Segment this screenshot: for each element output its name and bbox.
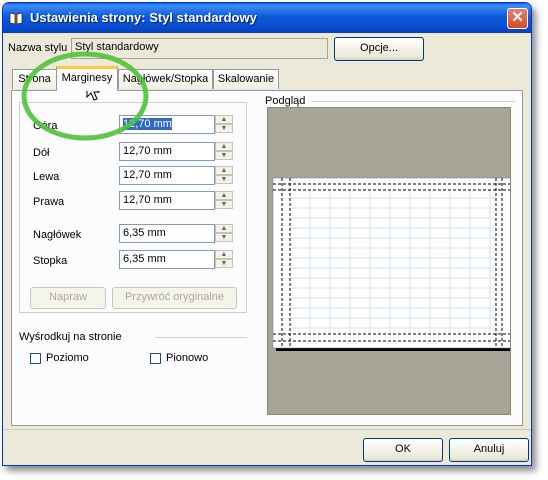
close-icon: ✕ [511, 9, 524, 26]
header-margin-label: Nagłówek [33, 229, 82, 241]
ok-button[interactable]: OK [363, 438, 443, 462]
footer-margin-label: Stopka [33, 255, 68, 267]
horizontal-checkbox-label: Poziomo [46, 352, 89, 364]
spin-up-icon[interactable]: ▲ [215, 224, 233, 233]
book-icon [9, 12, 23, 25]
preview-area [267, 107, 511, 415]
group-separator [155, 337, 247, 338]
spin-down-icon[interactable]: ▼ [215, 200, 233, 209]
spin-up-icon[interactable]: ▲ [215, 166, 233, 175]
spin-up-icon[interactable]: ▲ [215, 142, 233, 151]
page-preview [272, 177, 510, 351]
spin-up-icon[interactable]: ▲ [215, 115, 233, 124]
vertical-checkbox[interactable] [150, 353, 161, 364]
close-button[interactable]: ✕ [507, 8, 528, 29]
margin-left-input[interactable]: 12,70 mm [119, 166, 215, 185]
margin-bottom-spinner[interactable]: ▲ ▼ [215, 142, 233, 161]
page-setup-dialog: Ustawienia strony: Styl standardowy ✕ Na… [2, 2, 532, 466]
preview-label: Podgląd [265, 95, 306, 107]
restore-original-button[interactable]: Przywróć oryginalne [112, 287, 237, 309]
footer-margin-spinner[interactable]: ▲ ▼ [215, 250, 233, 269]
footer-margin-input[interactable]: 6,35 mm [119, 250, 215, 269]
repair-button[interactable]: Napraw [30, 287, 106, 309]
margin-right-input[interactable]: 12,70 mm [119, 191, 215, 210]
header-margin-input[interactable]: 6,35 mm [119, 224, 215, 243]
options-button[interactable]: Opcje... [334, 37, 424, 61]
horizontal-checkbox[interactable] [30, 353, 41, 364]
margin-bottom-label: Dół [33, 147, 50, 159]
spin-down-icon[interactable]: ▼ [215, 259, 233, 268]
margin-top-spinner[interactable]: ▲ ▼ [215, 115, 233, 134]
window-title: Ustawienia strony: Styl standardowy [30, 10, 257, 25]
margin-right-spinner[interactable]: ▲ ▼ [215, 191, 233, 210]
spin-up-icon[interactable]: ▲ [215, 250, 233, 259]
center-on-page-label: Wyśrodkuj na stronie [19, 331, 122, 343]
spin-down-icon[interactable]: ▼ [215, 151, 233, 160]
spin-up-icon[interactable]: ▲ [215, 191, 233, 200]
preview-separator [311, 101, 515, 102]
tab-skalowanie[interactable]: Skalowanie [213, 69, 279, 89]
margin-right-label: Prawa [33, 196, 65, 208]
vertical-checkbox-label: Pionowo [166, 352, 209, 364]
margin-left-label: Lewa [33, 171, 60, 183]
title-bar[interactable]: Ustawienia strony: Styl standardowy ✕ [3, 3, 531, 33]
header-margin-spinner[interactable]: ▲ ▼ [215, 224, 233, 243]
spin-down-icon[interactable]: ▼ [215, 124, 233, 133]
cancel-button[interactable]: Anuluj [449, 438, 529, 462]
bottom-separator [3, 429, 531, 430]
margin-left-spinner[interactable]: ▲ ▼ [215, 166, 233, 185]
spin-down-icon[interactable]: ▼ [215, 175, 233, 184]
margin-bottom-input[interactable]: 12,70 mm [119, 142, 215, 161]
tab-marginesy[interactable]: Marginesy [56, 66, 118, 91]
spin-down-icon[interactable]: ▼ [215, 233, 233, 242]
